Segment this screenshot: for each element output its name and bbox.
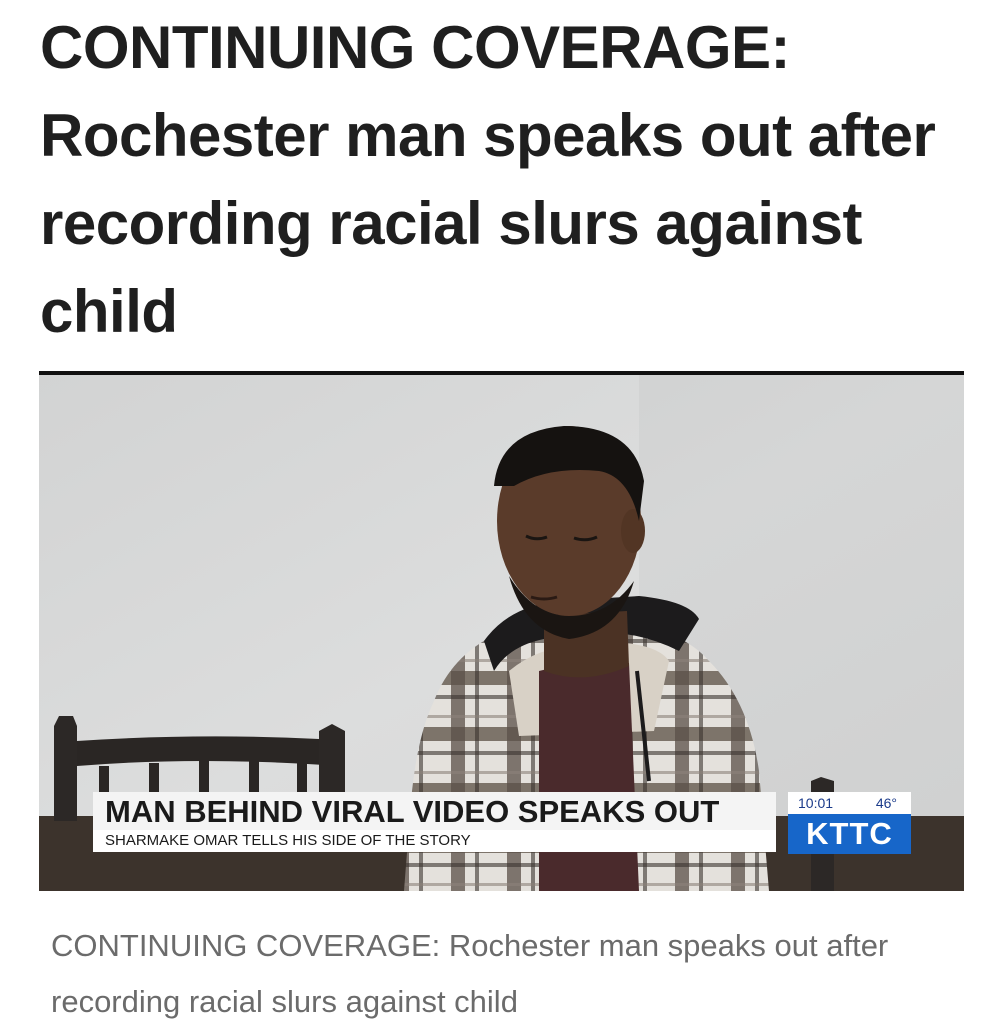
broadcast-temperature: 46° bbox=[875, 795, 897, 811]
broadcast-time: 10:01 bbox=[798, 795, 834, 811]
article-headline: CONTINUING COVERAGE: Rochester man speak… bbox=[40, 14, 936, 345]
station-logo: KTTC bbox=[788, 814, 911, 854]
lower-third-subhead: SHARMAKE OMAR TELLS HIS SIDE OF THE STOR… bbox=[93, 830, 776, 852]
media-top-rule bbox=[39, 371, 964, 375]
lower-third-headline: MAN BEHIND VIRAL VIDEO SPEAKS OUT bbox=[93, 792, 776, 830]
news-lower-third: MAN BEHIND VIRAL VIDEO SPEAKS OUT SHARMA… bbox=[93, 792, 911, 854]
lower-third-time-temp: 10:01 46° bbox=[788, 792, 911, 814]
article-video-still[interactable]: MAN BEHIND VIRAL VIDEO SPEAKS OUT SHARMA… bbox=[39, 371, 964, 891]
image-caption: CONTINUING COVERAGE: Rochester man speak… bbox=[51, 928, 889, 1019]
